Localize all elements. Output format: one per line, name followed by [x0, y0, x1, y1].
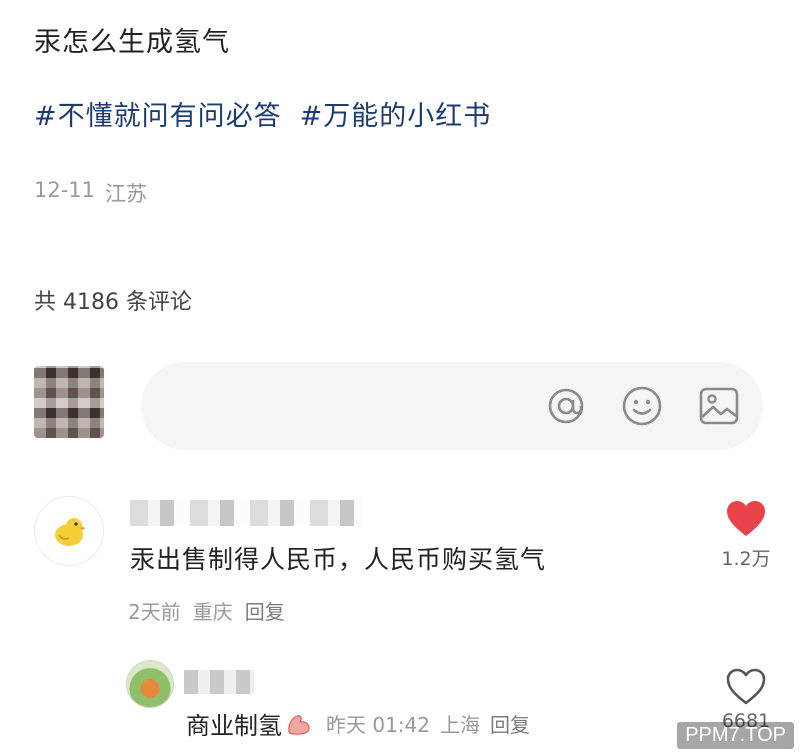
avatar[interactable]	[126, 660, 174, 708]
reply-row: 商业制氢 昨天 01:42 上海 回复	[186, 706, 530, 741]
username-blurred	[184, 670, 254, 694]
image-icon[interactable]	[696, 383, 742, 429]
chick-avatar-icon	[55, 518, 86, 546]
heart-filled-icon	[727, 501, 765, 536]
reply-meta: 昨天 01:42 上海 回复	[326, 709, 530, 738]
post-meta: 12-11 江苏	[34, 178, 147, 208]
avatar[interactable]	[34, 496, 104, 566]
reply-button[interactable]: 回复	[245, 596, 285, 625]
reply-button[interactable]: 回复	[490, 709, 530, 738]
watermark: PPM7.TOP	[677, 722, 794, 749]
post-date: 12-11	[34, 178, 96, 202]
post-title: 汞怎么生成氢气	[34, 27, 230, 58]
username-blurred	[130, 500, 362, 526]
tag-link[interactable]: #不懂就问有问必答	[34, 94, 282, 133]
post-page: 汞怎么生成氢气 #不懂就问有问必答 #万能的小红书 12-11 江苏 共 418…	[0, 0, 800, 755]
post-location: 江苏	[105, 182, 148, 206]
reply-time: 昨天 01:42	[326, 713, 430, 737]
reply-location: 上海	[440, 713, 480, 737]
comment-text: 汞出售制得人民币，人民币购买氢气	[130, 545, 547, 574]
muscle-icon	[288, 714, 310, 735]
tag-link[interactable]: #万能的小红书	[300, 94, 492, 133]
comment-time: 2天前	[128, 600, 181, 624]
reply-text: 商业制氢	[186, 712, 282, 740]
comment-meta: 2天前 重庆 回复	[128, 596, 285, 625]
like-button[interactable]: 1.2万	[712, 500, 780, 571]
smile-icon[interactable]	[619, 383, 665, 429]
comment-input[interactable]	[141, 362, 763, 450]
comment-location: 重庆	[192, 600, 233, 624]
comment-count: 共 4186 条评论	[34, 290, 192, 315]
reply-text-wrap: 商业制氢	[186, 706, 312, 741]
like-count: 1.2万	[721, 548, 771, 570]
at-icon[interactable]	[543, 383, 589, 429]
tag-list: #不懂就问有问必答 #万能的小红书	[34, 94, 491, 133]
heart-outline-icon	[726, 668, 766, 705]
avatar[interactable]	[34, 366, 104, 438]
